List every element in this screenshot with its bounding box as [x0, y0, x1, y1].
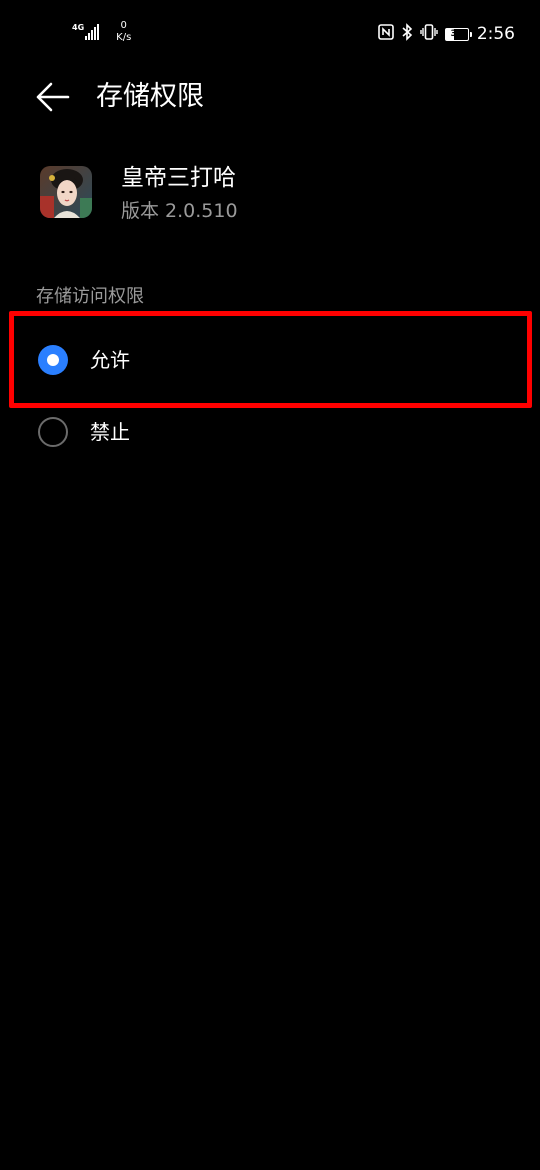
option-allow-label: 允许 — [90, 348, 130, 372]
network-type: 4G — [72, 23, 85, 32]
network-speed-unit: K/s — [116, 32, 132, 43]
radio-deny-unchecked[interactable] — [38, 417, 68, 447]
app-icon — [40, 166, 92, 218]
back-arrow-icon — [36, 82, 70, 112]
option-deny-label: 禁止 — [90, 420, 130, 444]
option-allow[interactable]: 允许 — [0, 325, 540, 395]
clock: 2:56 — [476, 24, 515, 44]
status-right: 37 2:56 — [378, 22, 515, 46]
bluetooth-icon — [401, 23, 413, 45]
network-speed: 0 K/s — [116, 20, 131, 44]
signal-strength-icon — [85, 24, 100, 40]
battery-icon: 37 — [444, 27, 472, 41]
status-bar: 4G 0 K/s 37 2:56 — [0, 0, 540, 66]
radio-allow-checked[interactable] — [38, 345, 68, 375]
app-version: 版本 2.0.510 — [121, 200, 238, 222]
option-deny[interactable]: 禁止 — [0, 397, 540, 467]
vibrate-icon — [420, 24, 438, 44]
network-speed-value: 0 — [120, 20, 127, 31]
nfc-icon — [378, 24, 394, 44]
page-title: 存储权限 — [96, 81, 204, 112]
section-label: 存储访问权限 — [36, 286, 144, 307]
status-left: 4G 0 K/s — [72, 20, 131, 50]
app-name: 皇帝三打哈 — [121, 165, 236, 191]
battery-level-text: 37 — [450, 28, 464, 39]
back-button[interactable] — [30, 76, 76, 118]
